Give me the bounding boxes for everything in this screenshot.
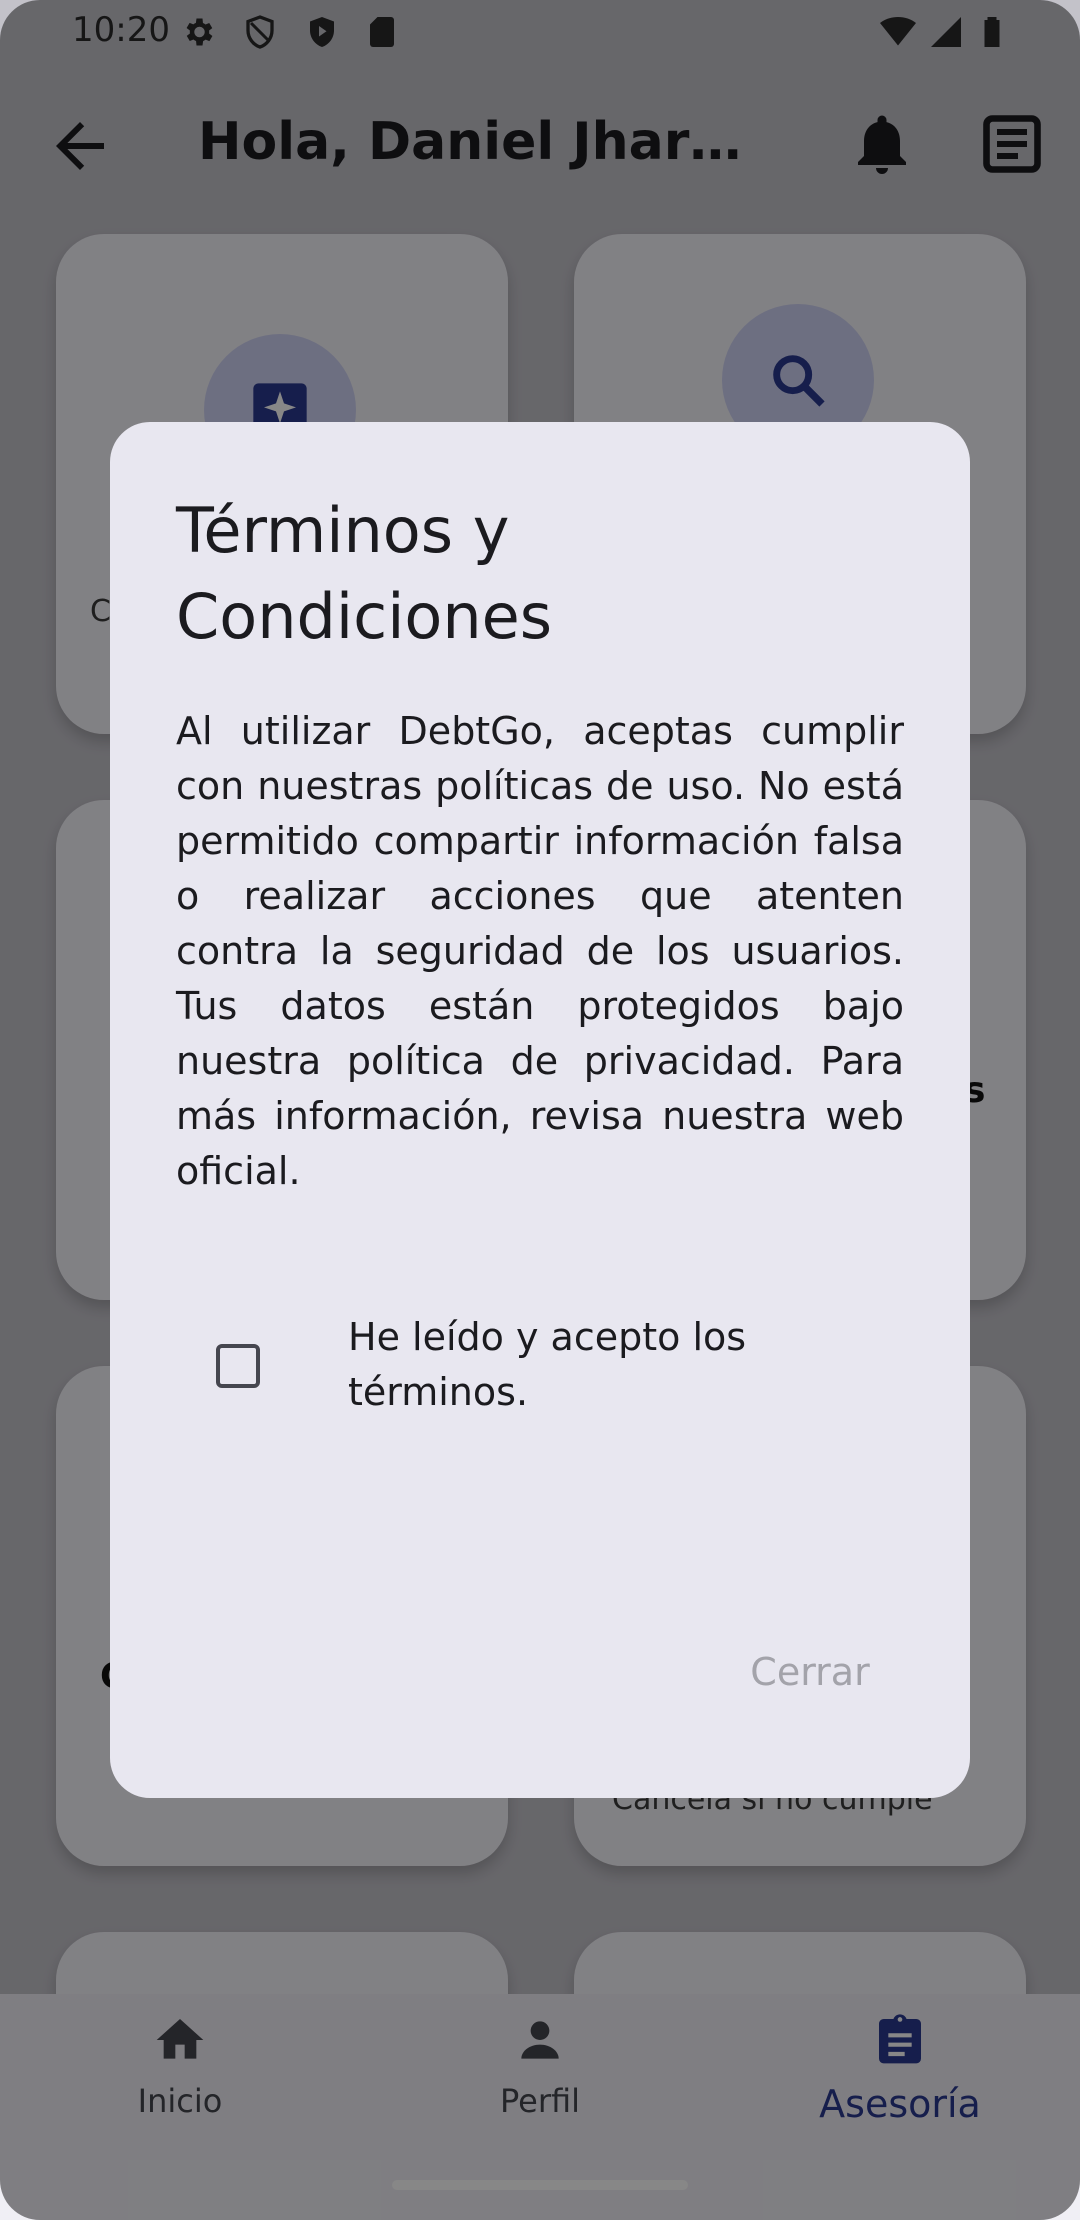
close-button[interactable]: Cerrar (720, 1632, 900, 1712)
accept-terms-label: He leído y acepto los términos. (348, 1315, 747, 1414)
terms-dialog: Términos y Condiciones Al utilizar DebtG… (110, 422, 970, 1798)
accept-terms-row[interactable]: He leído y acepto los términos. (216, 1310, 836, 1430)
dialog-title: Términos y Condiciones (176, 494, 553, 653)
accept-terms-checkbox[interactable] (216, 1344, 260, 1388)
dialog-body-text: Al utilizar DebtGo, aceptas cumplir con … (176, 709, 904, 1193)
